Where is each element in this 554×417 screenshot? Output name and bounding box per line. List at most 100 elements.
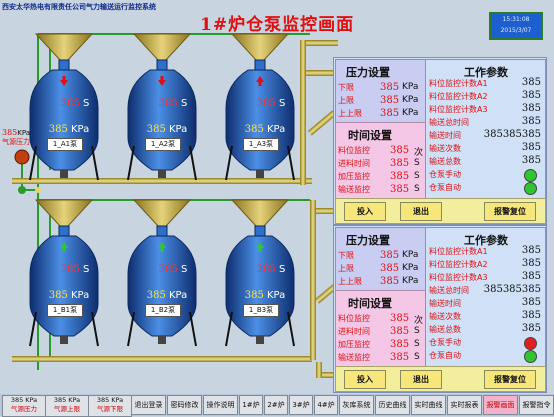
tank-name-tag[interactable]: 1_A3泵 <box>243 138 279 151</box>
nav-button-6[interactable]: 4#炉 <box>314 395 338 415</box>
nav-gauge-value: 385 KPa <box>96 396 124 404</box>
time-setting-row[interactable]: 进料时间 385 S <box>338 326 424 337</box>
time-setting-row[interactable]: 加压监控 385 S <box>338 339 424 350</box>
tank-seconds-value: 385 <box>60 264 80 275</box>
pressure-setting-row[interactable]: 上限 385 KPa <box>338 263 424 274</box>
time-setting-value[interactable]: 385 <box>390 184 409 195</box>
time-setting-label: 进料时间 <box>338 327 370 336</box>
tank-name-tag[interactable]: 1_A1泵 <box>47 138 83 151</box>
work-param-row: 料位监控计数A2 385 <box>429 90 543 102</box>
pressure-setting-row[interactable]: 下限 385 KPa <box>338 82 424 93</box>
start-button[interactable]: 投入 <box>344 202 386 221</box>
pressure-setting-row[interactable]: 上限 385 KPa <box>338 95 424 106</box>
time-setting-value[interactable]: 385 <box>390 326 409 337</box>
nav-button-5[interactable]: 3#炉 <box>289 395 313 415</box>
nav-button-4[interactable]: 2#炉 <box>264 395 288 415</box>
work-param-row: 料位监控计数A3 385 <box>429 103 543 115</box>
tank-pressure-unit: KPa <box>267 124 286 135</box>
time-setting-value[interactable]: 385 <box>390 145 409 156</box>
nav-button-3[interactable]: 1#炉 <box>239 395 263 415</box>
tank-pressure-unit: KPa <box>169 290 188 301</box>
time-setting-label: 料位监控 <box>338 314 370 323</box>
time-setting-value[interactable]: 385 <box>390 352 409 363</box>
work-param-value: 385 <box>521 258 541 269</box>
work-param-label: 仓泵手动 <box>429 338 461 347</box>
pressure-setting-value[interactable]: 385 <box>380 108 399 119</box>
time-setting-value[interactable]: 385 <box>390 313 409 324</box>
time-setting-row[interactable]: 进料时间 385 S <box>338 158 424 169</box>
time-setting-value[interactable]: 385 <box>390 171 409 182</box>
work-param-label: 输送次数 <box>429 312 461 321</box>
pressure-setting-row[interactable]: 上上限 385 KPa <box>338 276 424 287</box>
pressure-setting-label: 上上限 <box>338 109 362 118</box>
time-settings-title: 时间设置 <box>348 129 392 142</box>
manual-status-led-icon <box>524 169 537 182</box>
tank-name-tag[interactable]: 1_A2泵 <box>145 138 181 151</box>
pressure-setting-value[interactable]: 385 <box>380 263 399 274</box>
work-param-label: 输送时间 <box>429 131 461 140</box>
time-setting-unit: 次 <box>414 148 424 158</box>
pressure-setting-value[interactable]: 385 <box>380 250 399 261</box>
tank-seconds-readout: 385 S <box>42 264 108 275</box>
pressure-setting-row[interactable]: 上上限 385 KPa <box>338 108 424 119</box>
panel-button-row: 投入 退出 报警复位 <box>335 366 546 392</box>
tank-name-tag[interactable]: 1_B1泵 <box>47 304 83 317</box>
nav-button-9[interactable]: 实时曲线 <box>411 395 446 415</box>
nav-button-2[interactable]: 操作说明 <box>203 395 238 415</box>
time-setting-label: 进料时间 <box>338 159 370 168</box>
nav-button-0[interactable]: 退出登录 <box>131 395 166 415</box>
time-setting-unit: S <box>414 158 420 168</box>
nav-gauge-label: 气源上限 <box>54 405 80 413</box>
tank-pressure-value: 385 <box>48 124 68 135</box>
pressure-setting-label: 上上限 <box>338 277 362 286</box>
time-setting-value[interactable]: 385 <box>390 339 409 350</box>
auto-status-led-icon <box>524 182 537 195</box>
tank-pressure-value: 385 <box>146 290 166 301</box>
work-param-value: 385 <box>521 142 541 153</box>
nav-button-8[interactable]: 历史曲线 <box>375 395 410 415</box>
time-setting-label: 输送监控 <box>338 353 370 362</box>
time-setting-value[interactable]: 385 <box>390 158 409 169</box>
start-button[interactable]: 投入 <box>344 370 386 389</box>
pressure-setting-unit: KPa <box>402 276 419 286</box>
tank-pressure-readout: 385 KPa <box>134 124 200 135</box>
work-param-value: 385 <box>521 297 541 308</box>
alarm-reset-button[interactable]: 报警复位 <box>484 370 536 389</box>
time-setting-row[interactable]: 料位监控 385 次 <box>338 313 424 326</box>
auto-status-led-icon <box>524 350 537 363</box>
work-param-value: 385 <box>521 90 541 101</box>
pressure-setting-value[interactable]: 385 <box>380 82 399 93</box>
tank-name-tag[interactable]: 1_B3泵 <box>243 304 279 317</box>
work-param-value: 385 <box>521 103 541 114</box>
alarm-reset-button[interactable]: 报警复位 <box>484 202 536 221</box>
nav-gauge-label: 气源压力 <box>11 405 37 413</box>
nav-button-12[interactable]: 报警指令 <box>519 395 554 415</box>
tank-seconds-value: 385 <box>60 98 80 109</box>
nav-button-1[interactable]: 密码修改 <box>167 395 202 415</box>
nav-button-7[interactable]: 灰库系统 <box>339 395 374 415</box>
nav-gauge-value: 385 KPa <box>10 396 38 404</box>
pressure-setting-label: 下限 <box>338 83 354 92</box>
exit-button[interactable]: 退出 <box>400 370 442 389</box>
work-param-row: 输送总数 385 <box>429 155 543 167</box>
pressure-setting-label: 上限 <box>338 96 354 105</box>
pressure-setting-value[interactable]: 385 <box>380 276 399 287</box>
pressure-setting-unit: KPa <box>402 82 419 92</box>
time-setting-label: 料位监控 <box>338 146 370 155</box>
exit-button[interactable]: 退出 <box>400 202 442 221</box>
time-setting-unit: S <box>414 184 420 194</box>
nav-bar: 385 KPa 气源压力 385 KPa 气源上限 385 KPa 气源下限 退出登录 密码… <box>0 394 554 417</box>
nav-button-11[interactable]: 报警画面 <box>483 395 518 415</box>
tank-name-tag[interactable]: 1_B2泵 <box>145 304 181 317</box>
pressure-setting-value[interactable]: 385 <box>380 95 399 106</box>
time-setting-unit: S <box>414 339 420 349</box>
work-param-row: 料位监控计数A1 385 <box>429 245 543 257</box>
time-setting-row[interactable]: 输送监控 385 S <box>338 184 424 195</box>
nav-button-10[interactable]: 实时报表 <box>447 395 482 415</box>
pressure-setting-label: 下限 <box>338 251 354 260</box>
work-param-value: 385 <box>521 271 541 282</box>
time-setting-row[interactable]: 加压监控 385 S <box>338 171 424 182</box>
time-setting-row[interactable]: 输送监控 385 S <box>338 352 424 363</box>
pressure-setting-row[interactable]: 下限 385 KPa <box>338 250 424 261</box>
time-setting-row[interactable]: 料位监控 385 次 <box>338 145 424 158</box>
